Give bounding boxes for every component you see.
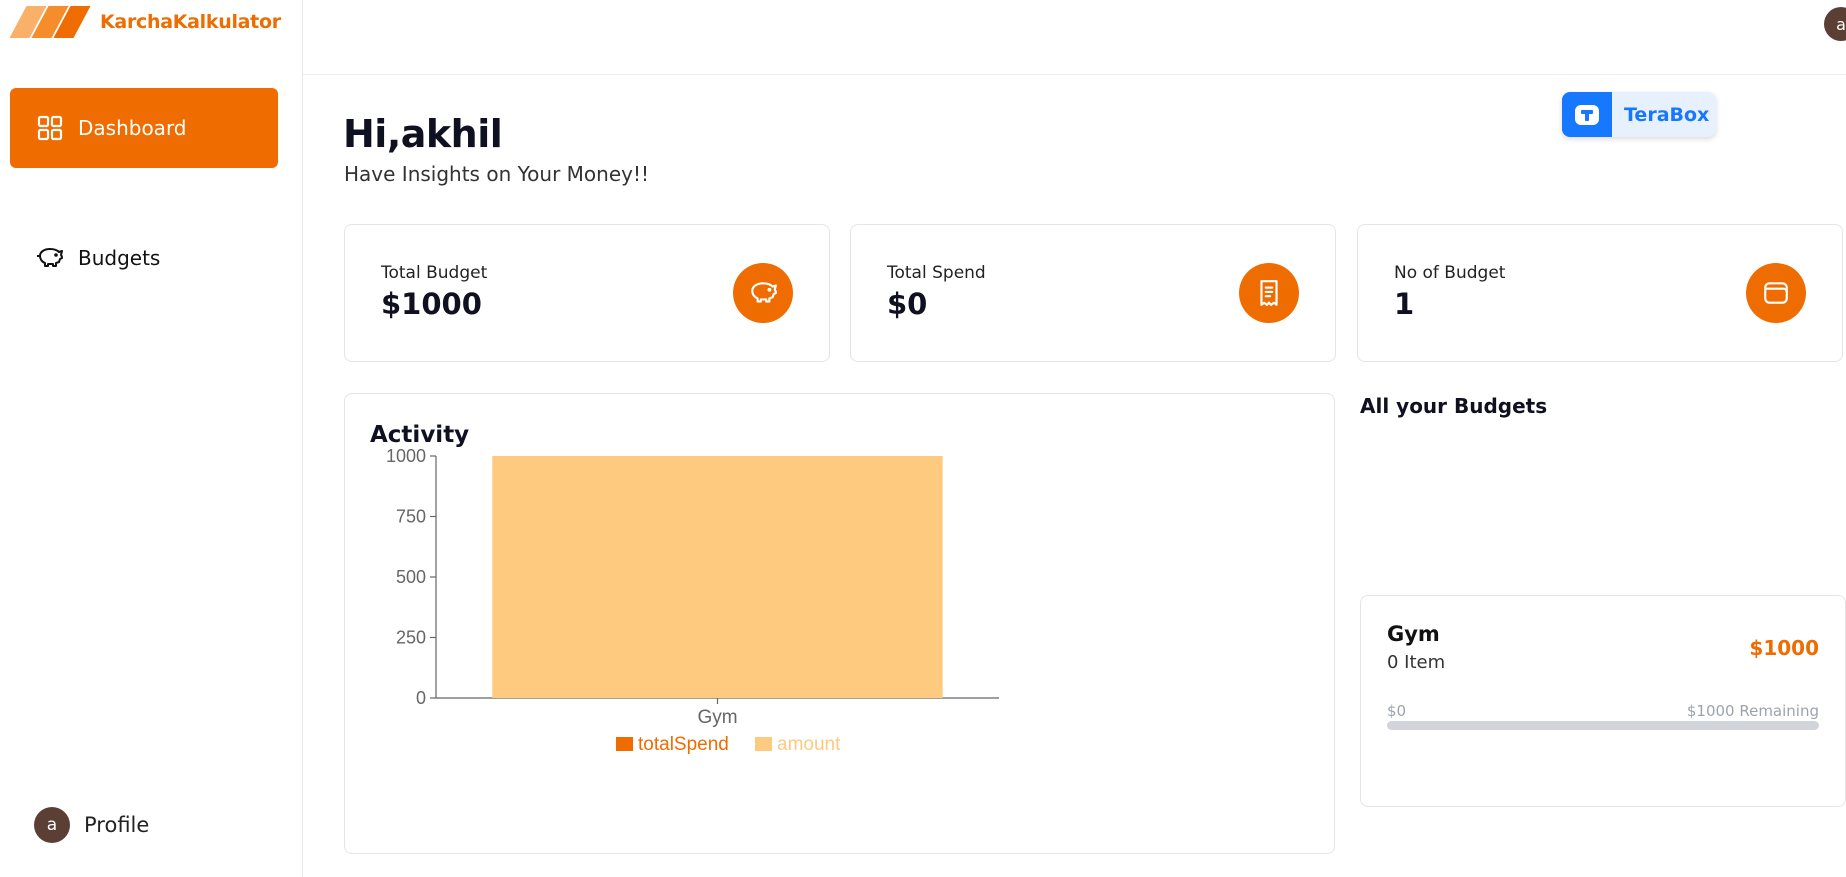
y-tick-label: 1000 (386, 446, 426, 466)
stat-card-budget-count: No of Budget 1 (1357, 224, 1843, 362)
profile-label: Profile (84, 813, 150, 837)
budget-spent: $0 (1387, 702, 1407, 720)
wallet-icon (1746, 263, 1806, 323)
app-name: KarchaKalkulator (100, 11, 281, 33)
stat-card-total-spend: Total Spend $0 (850, 224, 1336, 362)
budget-progress-bar (1387, 721, 1819, 730)
budget-name: Gym (1387, 622, 1440, 646)
budget-amount: $1000 (1749, 636, 1819, 660)
stat-label: No of Budget (1394, 263, 1506, 283)
legend-swatch-totalSpend (616, 737, 633, 751)
sidebar: KarchaKalkulator Dashboard Budgets a Pro… (0, 0, 303, 877)
sidebar-item-label: Dashboard (78, 116, 187, 140)
stat-value: $0 (887, 287, 928, 321)
stat-label: Total Budget (381, 263, 488, 283)
y-tick-label: 750 (396, 507, 426, 527)
page-subtitle: Have Insights on Your Money!! (344, 162, 649, 186)
budget-item-count: 0 Item (1387, 652, 1446, 673)
piggy-bank-icon (36, 244, 64, 272)
terabox-ad-button[interactable]: TeraBox (1562, 92, 1716, 137)
y-tick-label: 500 (396, 567, 426, 587)
logo-mark-icon (9, 6, 91, 38)
piggy-bank-icon (733, 263, 793, 323)
activity-bar-chart: 0 250 500 750 1000 Gym totalSpend amount (386, 446, 999, 755)
sidebar-item-label: Budgets (78, 246, 161, 270)
legend-swatch-amount (755, 737, 772, 751)
budget-card-gym[interactable]: Gym 0 Item $1000 $0 $1000 Remaining (1360, 595, 1846, 807)
app-logo[interactable]: KarchaKalkulator (9, 6, 281, 38)
topbar: a (303, 0, 1846, 75)
budgets-section-title: All your Budgets (1360, 394, 1548, 418)
legend-label-totalSpend: totalSpend (638, 734, 729, 755)
stat-card-total-budget: Total Budget $1000 (344, 224, 830, 362)
activity-panel: Activity 0 250 500 750 1000 Gym totalSpend amou… (344, 393, 1335, 854)
terabox-icon (1562, 92, 1612, 137)
receipt-icon (1239, 263, 1299, 323)
y-tick-label: 0 (416, 688, 426, 708)
profile-link[interactable]: a Profile (34, 807, 149, 843)
stat-label: Total Spend (887, 263, 986, 283)
sidebar-item-budgets[interactable]: Budgets (10, 218, 278, 298)
terabox-label: TeraBox (1624, 103, 1710, 126)
user-avatar-button[interactable]: a (1824, 7, 1846, 41)
layout-grid-icon (36, 114, 64, 142)
bar-amount (492, 456, 943, 698)
sidebar-item-dashboard[interactable]: Dashboard (10, 88, 278, 168)
budget-remaining: $1000 Remaining (1686, 702, 1819, 720)
x-tick-label: Gym (697, 707, 737, 728)
avatar: a (34, 807, 70, 843)
page-title: Hi,akhil (343, 112, 503, 156)
legend-label-amount: amount (777, 734, 841, 755)
stat-value: 1 (1394, 287, 1415, 321)
y-tick-label: 250 (396, 628, 426, 648)
stat-value: $1000 (381, 287, 482, 321)
